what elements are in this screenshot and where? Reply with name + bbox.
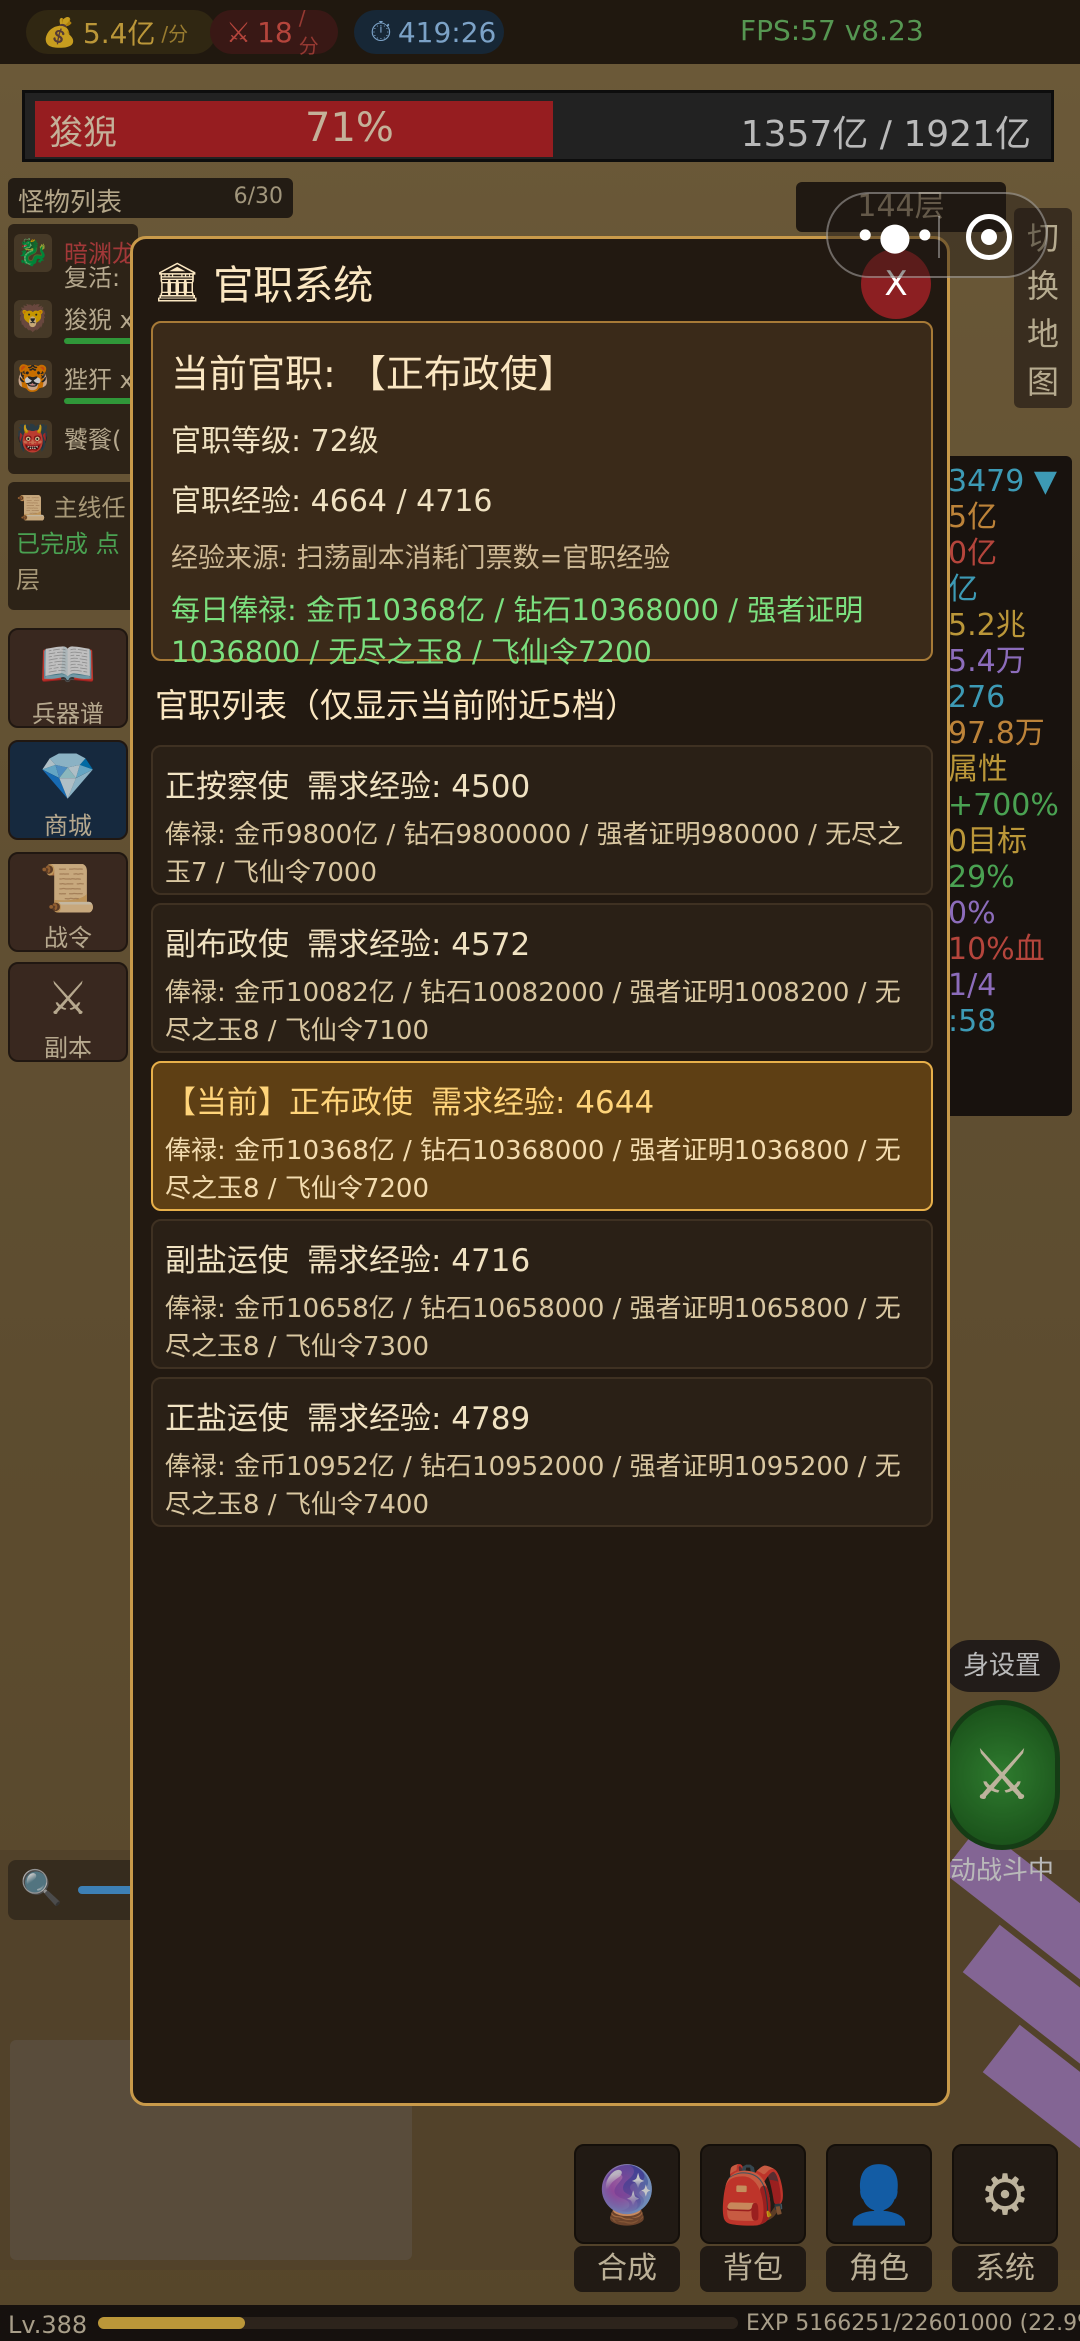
rank-card-head: 副布政使 需求经验: 4572 [165,919,919,964]
dialog-title: 🏛 官职系统 [153,253,373,311]
rank-salary: 俸禄: 金币10952亿 / 钻石10952000 / 强者证明1095200 … [165,1452,901,1520]
rank-card-head: 【当前】正布政使 需求经验: 4644 [165,1077,919,1122]
current-rank-exp: 官职经验: 4664 / 4716 [171,484,493,519]
capsule-divider [938,216,940,258]
rank-card-head: 副盐运使 需求经验: 4716 [165,1235,919,1280]
rank-name: 【当前】正布政使 [165,1085,413,1121]
rank-required-exp: 需求经验: 4500 [307,769,531,805]
daily-salary: 每日俸禄: 金币10368亿 / 钻石10368000 / 强者证明103680… [171,593,864,669]
current-rank-level: 官职等级: 72级 [171,424,379,459]
exit-target-icon[interactable] [966,214,1012,260]
rank-name: 副盐运使 [165,1243,289,1279]
rank-required-exp: 需求经验: 4789 [307,1401,531,1437]
rank-card: 副布政使 需求经验: 4572 俸禄: 金币10082亿 / 钻石10082000 … [151,903,933,1053]
rank-list-title: 官职列表（仅显示当前附近5档） [155,686,638,725]
rank-name: 正按察使 [165,769,289,805]
rank-required-exp: 需求经验: 4716 [307,1243,531,1279]
rank-card-head: 正盐运使 需求经验: 4789 [165,1393,919,1438]
rank-salary: 俸禄: 金币10368亿 / 钻石10368000 / 强者证明1036800 … [165,1136,901,1204]
rank-required-exp: 需求经验: 4644 [431,1085,655,1121]
rank-card: 正按察使 需求经验: 4500 俸禄: 金币9800亿 / 钻石9800000 / … [151,745,933,895]
rank-card-current: 【当前】正布政使 需求经验: 4644 俸禄: 金币10368亿 / 钻石10368… [151,1061,933,1211]
rank-card: 副盐运使 需求经验: 4716 俸禄: 金币10658亿 / 钻石10658000 … [151,1219,933,1369]
current-rank-title: 当前官职: 【正布政使】 [171,352,576,396]
rank-required-exp: 需求经验: 4572 [307,927,531,963]
official-rank-dialog: 🏛 官职系统 X 当前官职: 【正布政使】 官职等级: 72级 官职经验: 46… [130,236,950,2106]
rank-salary: 俸禄: 金币10658亿 / 钻石10658000 / 强者证明1065800 … [165,1294,901,1362]
exp-source-note: 经验来源: 扫荡副本消耗门票数=官职经验 [171,543,671,574]
mini-program-capsule: •●• [826,192,1048,278]
bank-building-icon: 🏛 [153,259,202,304]
dialog-title-text: 官职系统 [213,263,374,309]
rank-salary: 俸禄: 金币9800亿 / 钻石9800000 / 强者证明980000 / 无… [165,820,904,888]
more-icon[interactable]: •●• [854,214,938,258]
rank-name: 正盐运使 [165,1401,289,1437]
rank-name: 副布政使 [165,927,289,963]
rank-salary: 俸禄: 金币10082亿 / 钻石10082000 / 强者证明1008200 … [165,978,901,1046]
current-rank-card: 当前官职: 【正布政使】 官职等级: 72级 官职经验: 4664 / 4716… [151,321,933,669]
rank-card: 正盐运使 需求经验: 4789 俸禄: 金币10952亿 / 钻石10952000 … [151,1377,933,1527]
rank-card-head: 正按察使 需求经验: 4500 [165,761,919,806]
